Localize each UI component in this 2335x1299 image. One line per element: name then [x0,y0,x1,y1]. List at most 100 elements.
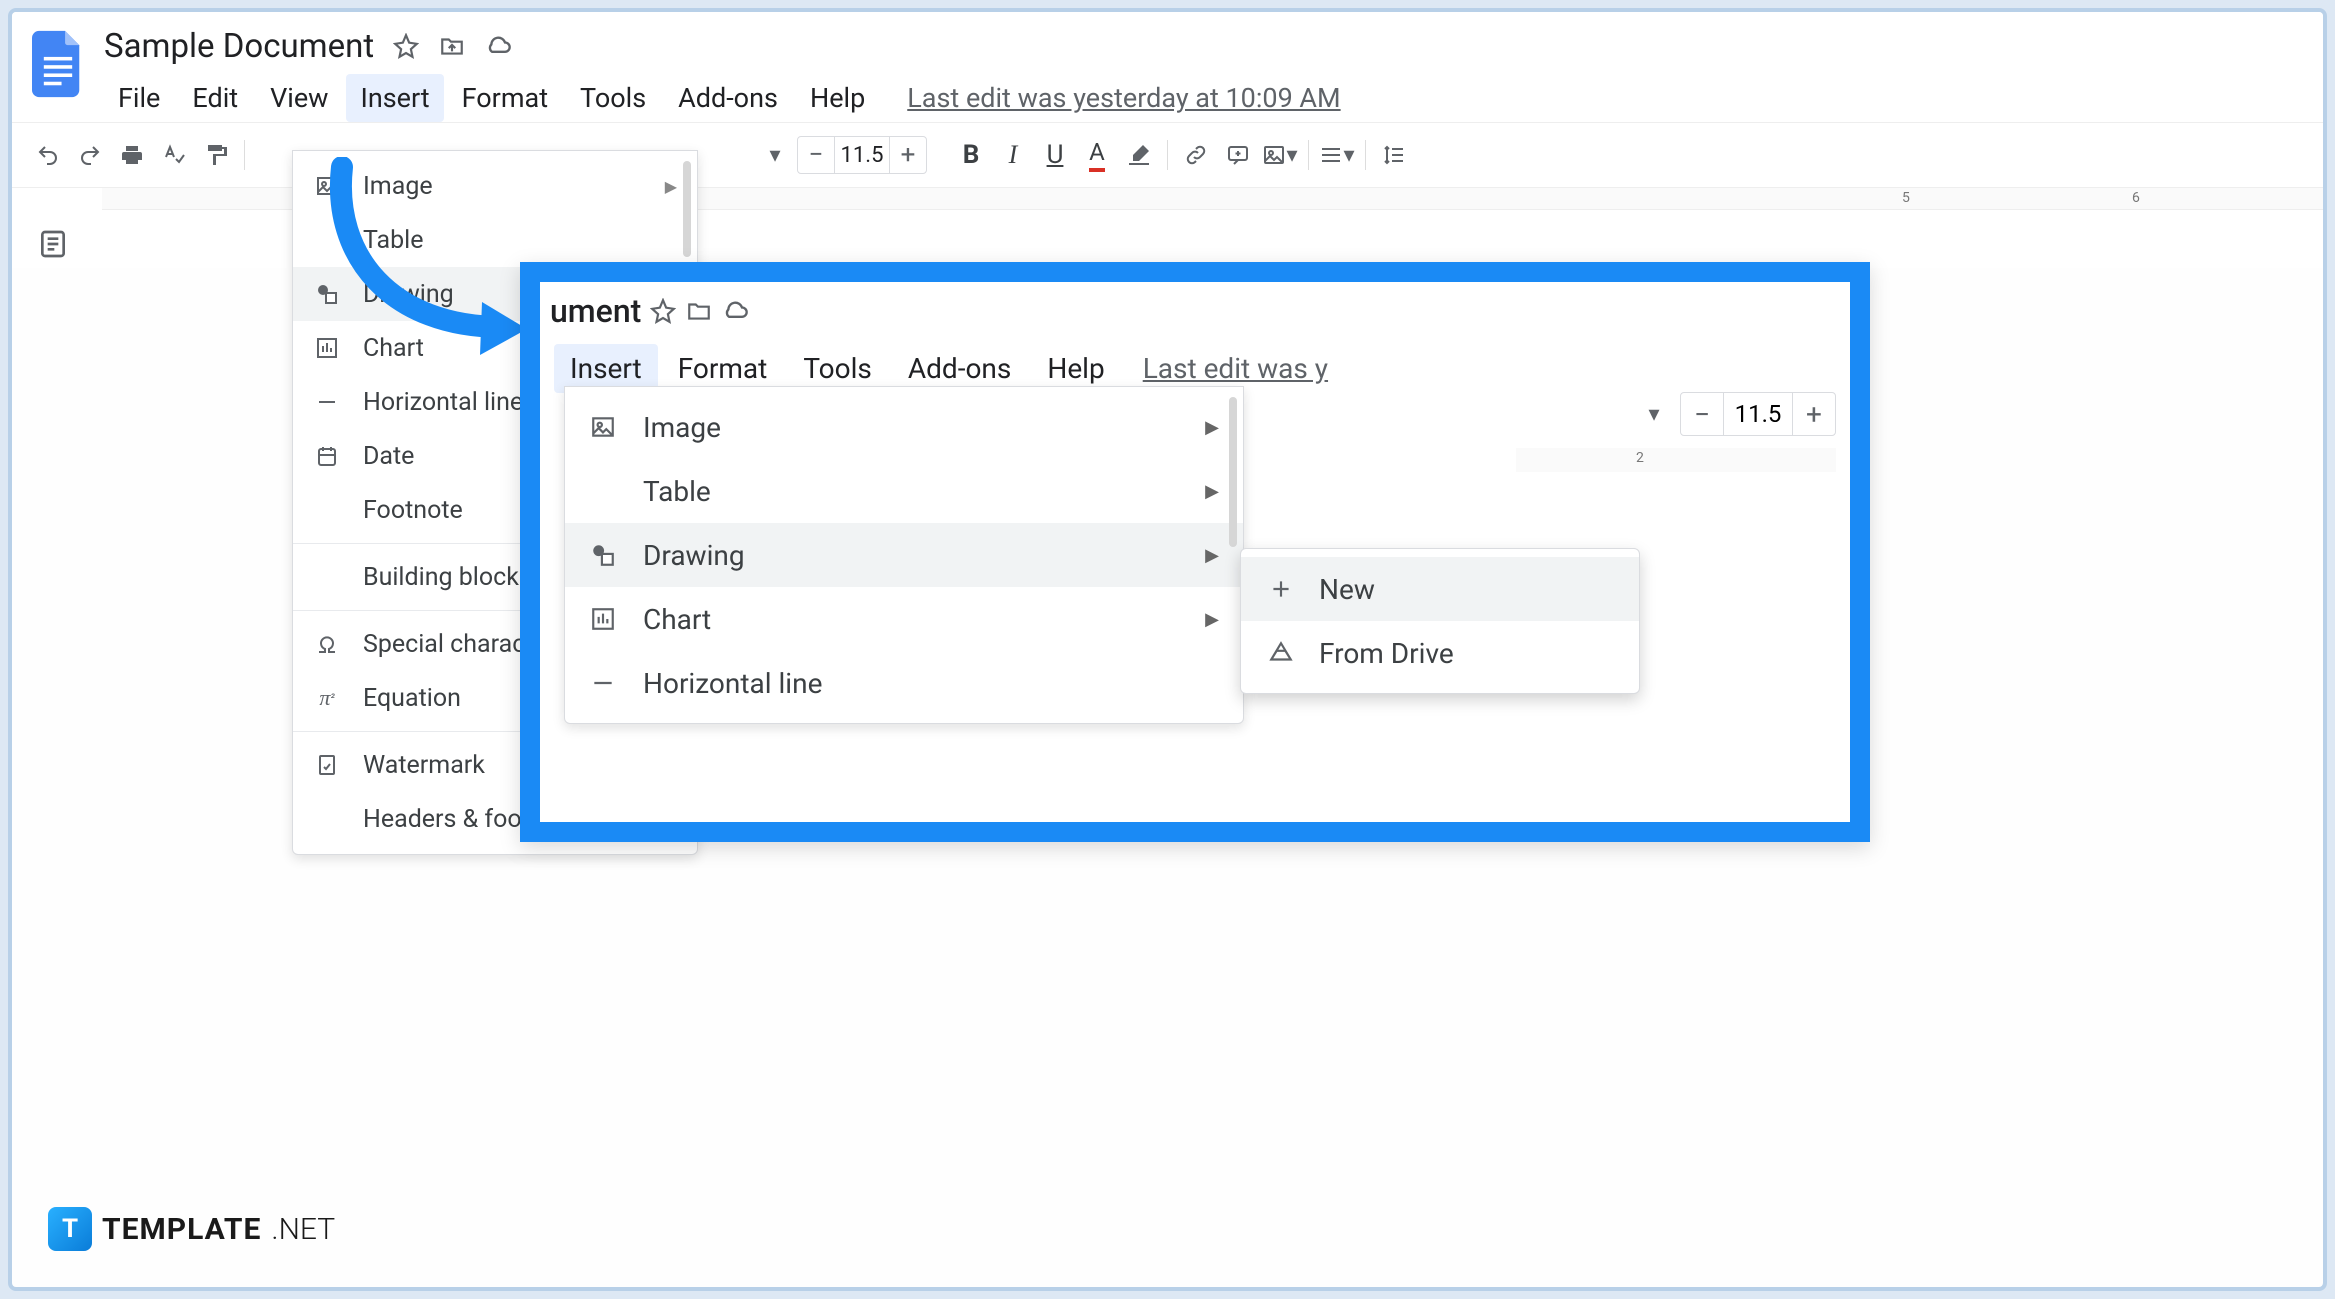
menu-item-label: Horizontal line [363,388,523,417]
spellcheck-icon[interactable] [154,135,194,175]
menu-item-table[interactable]: Table ▶ [565,459,1243,523]
paint-format-icon[interactable] [196,135,236,175]
print-icon[interactable] [112,135,152,175]
highlight-color-button[interactable] [1119,135,1159,175]
equation-icon: π² [313,684,341,712]
menu-format[interactable]: Format [448,74,562,122]
menu-help[interactable]: Help [796,74,879,122]
menu-item-label: Equation [363,684,461,713]
inset-toolbar-fragment: ▾ − + [1634,392,1836,436]
menu-item-image[interactable]: Image ▶ [565,395,1243,459]
cloud-status-icon[interactable] [484,32,512,60]
drive-icon [1267,639,1295,667]
docs-logo[interactable] [28,24,88,104]
menu-bar: File Edit View Insert Format Tools Add-o… [104,74,2307,122]
table-icon [313,226,341,254]
ruler-mark: 2 [1636,450,1644,466]
menu-item-label: Drawing [643,539,745,572]
template-net-watermark: T TEMPLATE .NET [48,1207,335,1251]
horizontal-line-icon [313,388,341,416]
inset-zoom-panel: ument Insert Format Tools Add-ons Help L… [520,262,1870,842]
last-edit-link[interactable]: Last edit was y [1143,352,1328,385]
cloud-status-icon[interactable] [721,297,749,325]
chart-icon [589,605,617,633]
menu-addons[interactable]: Add-ons [664,74,792,122]
menu-item-label: Horizontal line [643,667,822,700]
template-logo-badge: T [48,1207,92,1251]
menu-item-image[interactable]: Image ▶ [293,159,697,213]
image-icon [589,413,617,441]
headers-footers-icon [313,805,341,833]
font-dropdown-icon[interactable]: ▾ [1634,394,1674,434]
building-blocks-icon [313,563,341,591]
ruler-mark: 5 [1902,190,1910,206]
menu-item-drawing[interactable]: Drawing ▶ [565,523,1243,587]
menu-item-label: Building blocks [363,563,532,592]
font-dropdown-icon[interactable]: ▾ [755,135,795,175]
star-icon[interactable] [392,32,420,60]
underline-button[interactable]: U [1035,135,1075,175]
menu-item-label: Chart [363,334,424,363]
table-icon [589,477,617,505]
align-button[interactable]: ▾ [1317,135,1357,175]
menu-tools[interactable]: Tools [566,74,660,122]
insert-link-icon[interactable] [1176,135,1216,175]
scrollbar-thumb[interactable] [1229,397,1237,547]
special-characters-icon [313,630,341,658]
submenu-arrow-icon: ▶ [1205,609,1219,630]
menu-item-table[interactable]: Table [293,213,697,267]
menu-item-label: Table [363,226,424,255]
menu-item-label: Table [643,475,711,508]
drawing-icon [313,280,341,308]
font-size-input[interactable] [834,137,890,173]
document-title[interactable]: Sample Document [104,27,374,66]
submenu-item-from-drive[interactable]: From Drive [1241,621,1639,685]
separator [1167,140,1168,170]
insert-image-icon[interactable]: ▾ [1260,135,1300,175]
line-spacing-icon[interactable] [1374,135,1414,175]
ruler-fragment: 2 [1516,448,1836,472]
menu-item-horizontal-line[interactable]: Horizontal line [565,651,1243,715]
watermark-icon [313,751,341,779]
menu-file[interactable]: File [104,74,174,122]
move-folder-icon[interactable] [438,32,466,60]
header-bar: Sample Document File Edit View Insert Fo… [12,12,2323,122]
menu-view[interactable]: View [256,74,342,122]
font-size-decrease[interactable]: − [798,137,834,173]
redo-icon[interactable] [70,135,110,175]
last-edit-link[interactable]: Last edit was yesterday at 10:09 AM [907,82,1340,114]
menu-item-label: Watermark [363,751,485,780]
font-size-increase[interactable]: + [1793,393,1835,435]
bold-button[interactable]: B [951,135,991,175]
scrollbar-thumb[interactable] [683,161,691,257]
add-comment-icon[interactable] [1218,135,1258,175]
menu-item-label: Footnote [363,496,463,525]
italic-button[interactable]: I [993,135,1033,175]
submenu-arrow-icon: ▶ [1205,545,1219,566]
watermark-text-1: TEMPLATE [102,1212,261,1247]
undo-icon[interactable] [28,135,68,175]
font-size-decrease[interactable]: − [1681,393,1723,435]
document-outline-icon[interactable] [37,228,77,268]
submenu-item-label: From Drive [1319,637,1454,670]
submenu-item-label: New [1319,573,1375,606]
menu-item-chart[interactable]: Chart ▶ [565,587,1243,651]
date-icon [313,442,341,470]
submenu-item-new[interactable]: New [1241,557,1639,621]
menu-item-label: Drawing [363,280,454,309]
separator [1365,140,1366,170]
menu-edit[interactable]: Edit [178,74,252,122]
chart-icon [313,334,341,362]
font-size-control: − + [797,136,927,174]
font-size-increase[interactable]: + [890,137,926,173]
text-color-button[interactable]: A [1077,135,1117,175]
submenu-arrow-icon: ▶ [665,177,677,196]
move-folder-icon[interactable] [685,297,713,325]
font-size-input[interactable] [1723,393,1793,435]
menu-item-label: Date [363,442,414,471]
menu-insert[interactable]: Insert [346,74,443,122]
menu-item-label: Image [363,172,433,201]
star-icon[interactable] [649,297,677,325]
watermark-text-2: .NET [271,1212,335,1247]
drawing-submenu: New From Drive [1240,548,1640,694]
